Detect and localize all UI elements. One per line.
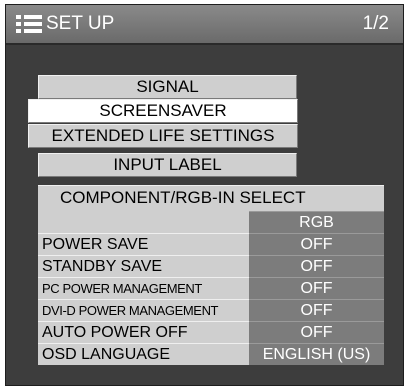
- dvi-d-power-management-value[interactable]: OFF: [249, 299, 384, 321]
- pc-power-management-value[interactable]: OFF: [249, 277, 384, 299]
- auto-power-off-value[interactable]: OFF: [249, 321, 384, 343]
- power-save-label[interactable]: POWER SAVE: [38, 233, 249, 255]
- setup-menu-panel: SET UP 1/2 SIGNAL SCREENSAVER EXTENDED L…: [5, 4, 404, 386]
- osd-language-label[interactable]: OSD LANGUAGE: [38, 343, 249, 365]
- menu-list-icon: [16, 15, 42, 33]
- menu-title: SET UP: [46, 13, 115, 34]
- component-rgb-spacer: [38, 211, 249, 233]
- dvi-d-power-management-label[interactable]: DVI-D POWER MANAGEMENT: [38, 299, 249, 321]
- extended-life-settings-button[interactable]: EXTENDED LIFE SETTINGS: [28, 124, 298, 148]
- pc-power-management-label[interactable]: PC POWER MANAGEMENT: [38, 277, 249, 299]
- signal-button[interactable]: SIGNAL: [38, 75, 297, 99]
- power-save-value[interactable]: OFF: [249, 233, 384, 255]
- osd-language-value[interactable]: ENGLISH (US): [249, 343, 384, 365]
- component-rgb-value[interactable]: RGB: [249, 211, 384, 233]
- page-indicator: 1/2: [362, 13, 389, 34]
- auto-power-off-label[interactable]: AUTO POWER OFF: [38, 321, 249, 343]
- standby-save-value[interactable]: OFF: [249, 255, 384, 277]
- menu-header: SET UP 1/2: [6, 5, 403, 45]
- input-label-button[interactable]: INPUT LABEL: [38, 153, 297, 177]
- screensaver-button[interactable]: SCREENSAVER: [28, 99, 298, 123]
- standby-save-label[interactable]: STANDBY SAVE: [38, 255, 249, 277]
- component-rgb-select-label[interactable]: COMPONENT/RGB-IN SELECT: [38, 185, 384, 211]
